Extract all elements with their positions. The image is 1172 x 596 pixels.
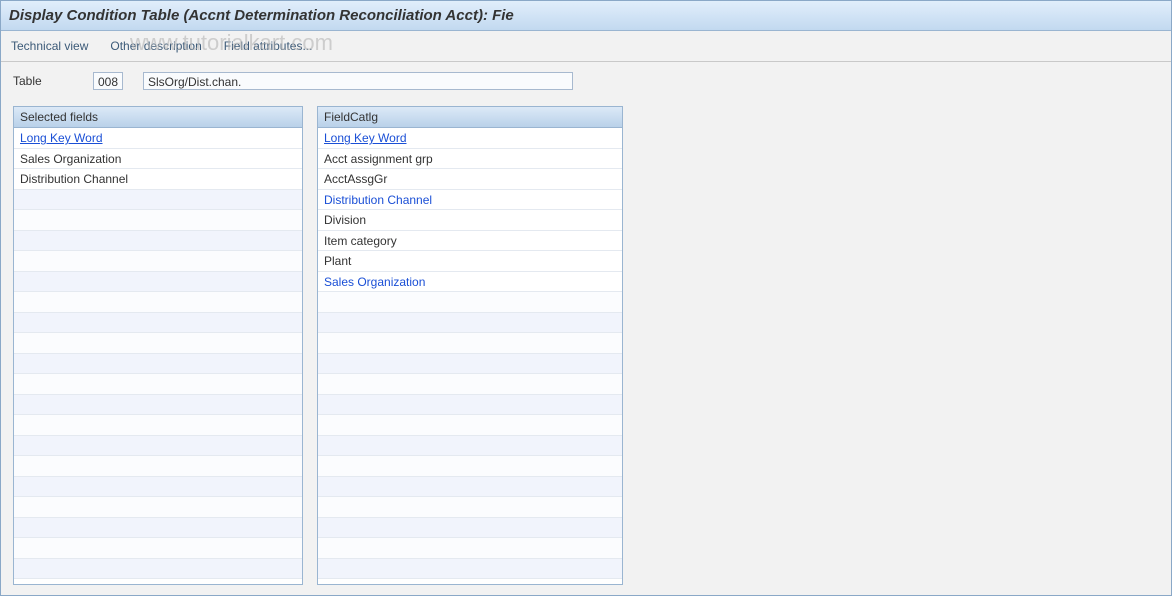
list-item-empty — [14, 456, 302, 477]
list-item[interactable]: Item category — [318, 231, 622, 252]
table-code-input[interactable]: 008 — [93, 72, 123, 90]
field-catalog-header: FieldCatlg — [318, 107, 622, 128]
list-item[interactable]: Plant — [318, 251, 622, 272]
table-desc-input[interactable]: SlsOrg/Dist.chan. — [143, 72, 573, 90]
list-item-empty — [318, 395, 622, 416]
selected-fields-panel: Selected fields Long Key Word Sales Orga… — [13, 106, 303, 585]
list-item-empty — [14, 559, 302, 580]
list-item-empty — [318, 477, 622, 498]
list-item-empty — [318, 456, 622, 477]
list-item[interactable]: Division — [318, 210, 622, 231]
list-item-empty — [14, 251, 302, 272]
field-catalog-body: Long Key Word Acct assignment grp AcctAs… — [318, 128, 622, 584]
menu-technical-view[interactable]: Technical view — [11, 39, 88, 53]
list-item-empty — [14, 313, 302, 334]
list-item-empty — [14, 354, 302, 375]
selected-fields-header: Selected fields — [14, 107, 302, 128]
list-item-empty — [318, 292, 622, 313]
list-item-empty — [14, 374, 302, 395]
list-item[interactable]: Distribution Channel — [318, 190, 622, 211]
list-item[interactable]: Sales Organization — [14, 149, 302, 170]
menu-field-attributes[interactable]: Field attributes... — [224, 39, 313, 53]
catalog-header-row[interactable]: Long Key Word — [318, 128, 622, 149]
list-item-empty — [14, 395, 302, 416]
menu-bar: Technical view Other description Field a… — [1, 31, 1171, 62]
list-item-empty — [14, 272, 302, 293]
list-item-empty — [14, 477, 302, 498]
panels-container: Selected fields Long Key Word Sales Orga… — [13, 106, 1159, 585]
content-area: Table 008 SlsOrg/Dist.chan. Selected fie… — [1, 62, 1171, 595]
title-bar: Display Condition Table (Accnt Determina… — [1, 1, 1171, 31]
page-title: Display Condition Table (Accnt Determina… — [9, 7, 514, 24]
list-item-empty — [14, 333, 302, 354]
table-label: Table — [13, 74, 73, 88]
list-item-empty — [318, 538, 622, 559]
list-item[interactable]: AcctAssgGr — [318, 169, 622, 190]
list-item-empty — [318, 559, 622, 580]
list-item-empty — [14, 436, 302, 457]
list-item[interactable]: Acct assignment grp — [318, 149, 622, 170]
field-catalog-panel: FieldCatlg Long Key Word Acct assignment… — [317, 106, 623, 585]
list-item[interactable]: Distribution Channel — [14, 169, 302, 190]
list-item-empty — [14, 538, 302, 559]
menu-other-description[interactable]: Other description — [110, 39, 201, 53]
list-item-empty — [318, 374, 622, 395]
list-item-empty — [318, 497, 622, 518]
list-item-empty — [318, 518, 622, 539]
app-window: Display Condition Table (Accnt Determina… — [0, 0, 1172, 596]
list-item-empty — [318, 313, 622, 334]
list-item-empty — [14, 415, 302, 436]
list-item-empty — [14, 292, 302, 313]
selected-fields-body: Long Key Word Sales Organization Distrib… — [14, 128, 302, 584]
list-item-empty — [14, 190, 302, 211]
list-item-empty — [14, 231, 302, 252]
list-item-empty — [318, 436, 622, 457]
list-item-empty — [14, 210, 302, 231]
list-item-empty — [14, 497, 302, 518]
list-item-empty — [318, 354, 622, 375]
list-item[interactable]: Sales Organization — [318, 272, 622, 293]
selected-header-row[interactable]: Long Key Word — [14, 128, 302, 149]
table-field-row: Table 008 SlsOrg/Dist.chan. — [13, 72, 1159, 90]
list-item-empty — [318, 333, 622, 354]
list-item-empty — [14, 518, 302, 539]
list-item-empty — [318, 415, 622, 436]
